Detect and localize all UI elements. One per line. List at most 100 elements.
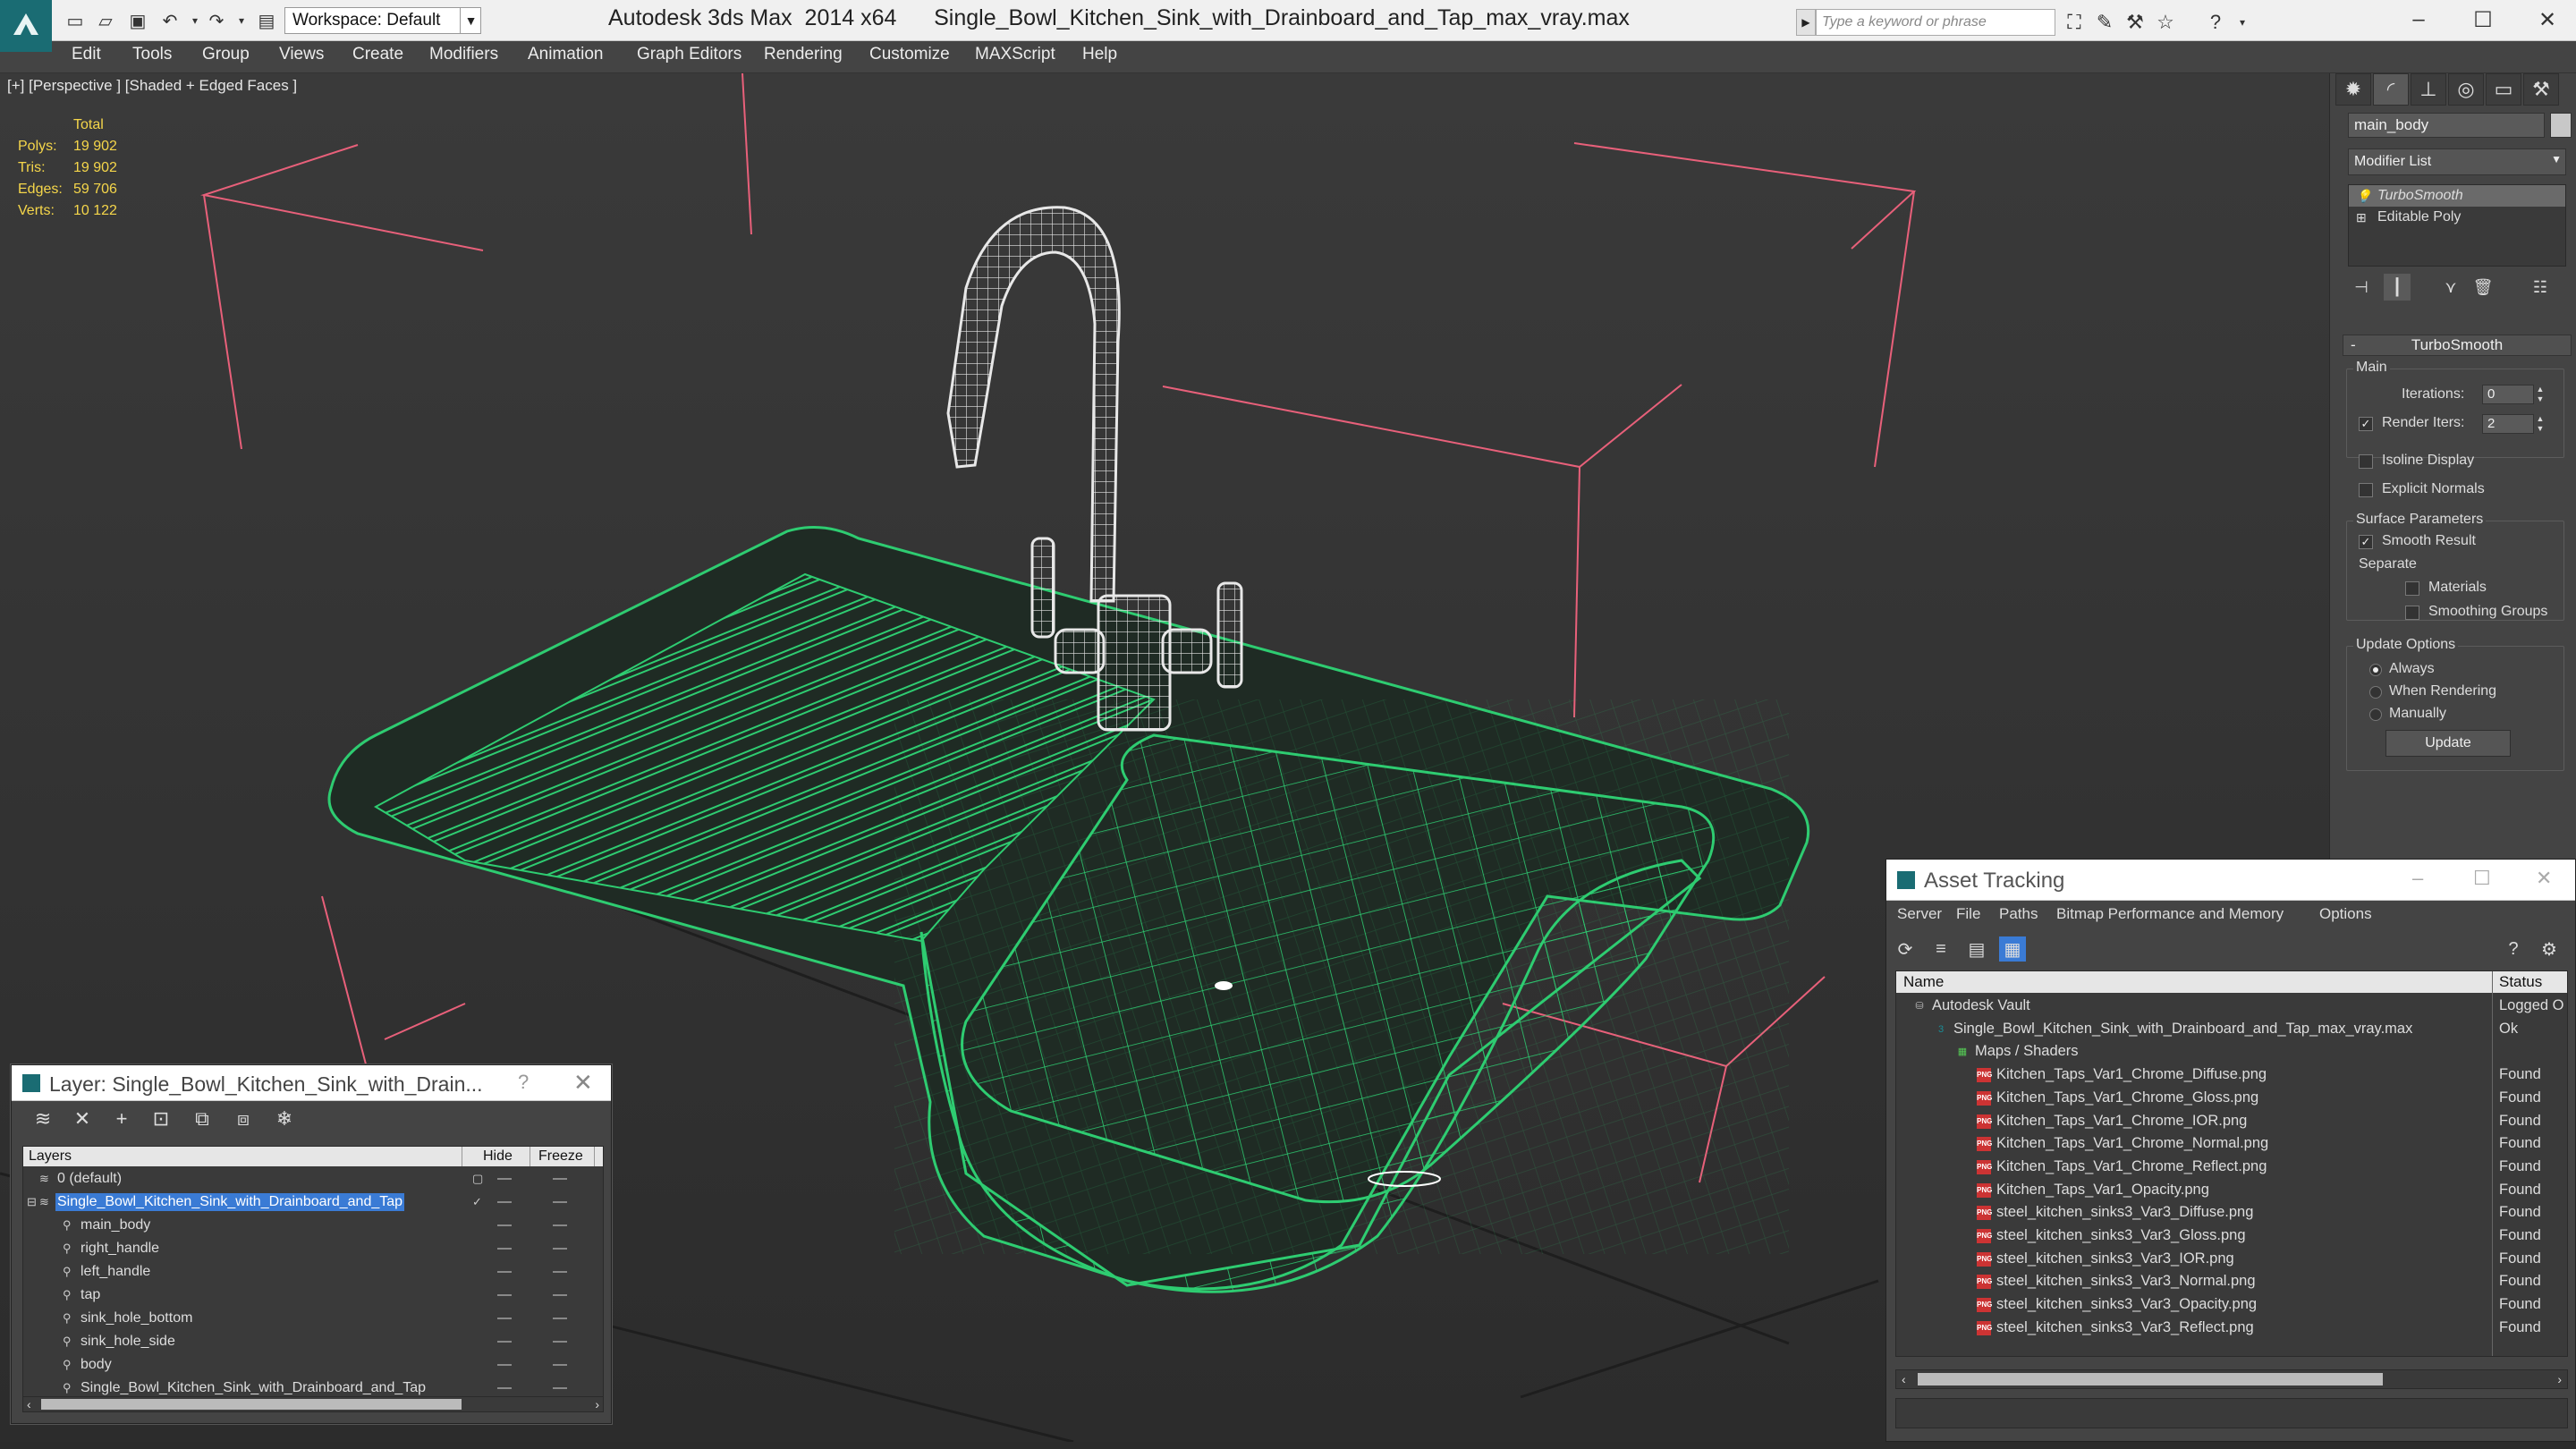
- delete-layer-icon[interactable]: ✕: [69, 1106, 96, 1131]
- layer-name[interactable]: right_handle: [79, 1240, 161, 1258]
- layer-row[interactable]: ⚲ right_handle: [23, 1238, 603, 1259]
- active-layer-check-icon[interactable]: ✓: [472, 1196, 485, 1208]
- expand-plus-icon[interactable]: ⊞: [2356, 207, 2367, 228]
- workspace-select[interactable]: Workspace: Default: [284, 7, 481, 34]
- asset-row[interactable]: PNG Kitchen_Taps_Var1_Chrome_Reflect.png F…: [1896, 1156, 2567, 1179]
- close-icon[interactable]: ✕: [573, 1069, 593, 1097]
- redo-dropdown-icon[interactable]: ▾: [229, 8, 254, 33]
- maximize-icon[interactable]: ☐: [2473, 867, 2491, 890]
- create-tab-icon[interactable]: ✹: [2335, 73, 2371, 106]
- favorites-star-icon[interactable]: ☆: [2152, 9, 2179, 36]
- modifier-list-select[interactable]: Modifier List ▼: [2348, 148, 2566, 175]
- freeze-toggle[interactable]: [553, 1248, 567, 1250]
- manually-radio[interactable]: [2369, 708, 2382, 721]
- menu-group[interactable]: Group: [202, 45, 250, 64]
- scroll-left-icon[interactable]: ‹: [1902, 1372, 1906, 1386]
- render-iters-spinner[interactable]: 2: [2482, 414, 2534, 434]
- freeze-toggle[interactable]: [553, 1318, 567, 1319]
- pin-stack-icon[interactable]: ⊣: [2348, 274, 2375, 301]
- asset-row[interactable]: PNG Kitchen_Taps_Var1_Chrome_Normal.png Fo…: [1896, 1132, 2567, 1156]
- layer-name[interactable]: Single_Bowl_Kitchen_Sink_with_Drainboard…: [55, 1193, 405, 1211]
- freeze-toggle[interactable]: [553, 1341, 567, 1343]
- col-freeze[interactable]: Freeze: [538, 1148, 583, 1165]
- menu-edit[interactable]: Edit: [72, 45, 101, 64]
- freeze-toggle[interactable]: [553, 1271, 567, 1273]
- project-folder-icon[interactable]: ▤: [254, 8, 279, 33]
- search-input[interactable]: Type a keyword or phrase: [1816, 9, 2055, 36]
- smooth-result-checkbox[interactable]: ✓: [2359, 535, 2373, 549]
- menu-create[interactable]: Create: [352, 45, 403, 64]
- asset-row[interactable]: PNG steel_kitchen_sinks3_Var3_Diffuse.png…: [1896, 1201, 2567, 1224]
- asset-menu-options[interactable]: Options: [2319, 905, 2372, 923]
- save-file-icon[interactable]: ▣: [125, 8, 150, 33]
- hierarchy-tab-icon[interactable]: ⊥: [2411, 73, 2446, 106]
- settings-gear-icon[interactable]: ⚙: [2536, 936, 2563, 962]
- layer-row[interactable]: ⚲ sink_hole_bottom: [23, 1308, 603, 1329]
- freeze-toggle[interactable]: [553, 1364, 567, 1366]
- undo-icon[interactable]: ↶: [157, 8, 182, 33]
- thumbnail-view-icon[interactable]: ▤: [1963, 936, 1990, 962]
- col-name[interactable]: Name: [1903, 973, 1944, 991]
- hide-toggle[interactable]: [497, 1294, 512, 1296]
- current-layer-icon[interactable]: ▢: [472, 1173, 485, 1185]
- asset-row[interactable]: PNG Kitchen_Taps_Var1_Chrome_Diffuse.png F…: [1896, 1063, 2567, 1087]
- asset-path-field[interactable]: [1895, 1398, 2568, 1428]
- scrollbar-thumb[interactable]: [41, 1399, 462, 1410]
- stack-item-editable-poly[interactable]: ⊞ Editable Poly: [2349, 207, 2565, 228]
- asset-row[interactable]: PNG Kitchen_Taps_Var1_Chrome_Gloss.png Fou…: [1896, 1087, 2567, 1110]
- layer-row[interactable]: ≋ 0 (default) ▢: [23, 1168, 603, 1190]
- menu-views[interactable]: Views: [279, 45, 324, 64]
- minimize-icon[interactable]: –: [2392, 4, 2445, 36]
- app-logo-button[interactable]: [0, 0, 52, 52]
- asset-menu-paths[interactable]: Paths: [1999, 905, 2038, 923]
- freeze-toggle[interactable]: [553, 1387, 567, 1389]
- hide-toggle[interactable]: [497, 1224, 512, 1226]
- explicit-normals-checkbox[interactable]: [2359, 483, 2373, 497]
- spinner-arrows-icon[interactable]: ▲ ▼: [2534, 385, 2546, 404]
- scroll-left-icon[interactable]: ‹: [27, 1397, 31, 1411]
- spinner-arrows-icon[interactable]: ▲ ▼: [2534, 414, 2546, 434]
- menu-rendering[interactable]: Rendering: [764, 45, 843, 64]
- hide-toggle[interactable]: [497, 1364, 512, 1366]
- lightbulb-icon[interactable]: 💡: [2356, 185, 2371, 207]
- layer-row[interactable]: ⚲ main_body: [23, 1215, 603, 1236]
- freeze-toggle[interactable]: [553, 1178, 567, 1180]
- help-icon[interactable]: ?: [2500, 936, 2527, 962]
- layer-dialog-titlebar[interactable]: Layer: Single_Bowl_Kitchen_Sink_with_Dra…: [12, 1065, 611, 1101]
- layer-name[interactable]: body: [79, 1356, 114, 1374]
- layer-name[interactable]: sink_hole_side: [79, 1333, 177, 1351]
- list-view-icon[interactable]: ≡: [1928, 936, 1954, 962]
- layer-name[interactable]: 0 (default): [55, 1170, 123, 1188]
- asset-row[interactable]: 3 Single_Bowl_Kitchen_Sink_with_Drainboar…: [1896, 1018, 2567, 1041]
- make-unique-icon[interactable]: ⋎: [2437, 274, 2464, 301]
- layer-name[interactable]: sink_hole_bottom: [79, 1309, 194, 1327]
- binoculars-icon[interactable]: ⛶: [2061, 9, 2088, 36]
- asset-row[interactable]: PNG steel_kitchen_sinks3_Var3_Reflect.png…: [1896, 1317, 2567, 1340]
- layer-row[interactable]: ⚲ left_handle: [23, 1261, 603, 1283]
- asset-row[interactable]: PNG Kitchen_Taps_Var1_Opacity.png Found: [1896, 1179, 2567, 1202]
- freeze-toggle[interactable]: [553, 1224, 567, 1226]
- highlight-layer-icon[interactable]: ⧉: [189, 1106, 216, 1131]
- scroll-right-icon[interactable]: ›: [595, 1397, 599, 1411]
- viewport-label[interactable]: [+] [Perspective ] [Shaded + Edged Faces…: [7, 77, 297, 95]
- materials-checkbox[interactable]: [2405, 581, 2419, 596]
- asset-horizontal-scrollbar[interactable]: ‹ ›: [1895, 1369, 2568, 1389]
- asset-row[interactable]: PNG steel_kitchen_sinks3_Var3_Gloss.png Fo…: [1896, 1224, 2567, 1248]
- asset-dialog-titlebar[interactable]: Asset Tracking – ☐ ✕: [1886, 860, 2575, 901]
- minimize-icon[interactable]: –: [2412, 867, 2423, 890]
- layers-stack-icon[interactable]: ≋: [30, 1106, 56, 1131]
- modify-tab-icon[interactable]: ◜: [2373, 73, 2409, 106]
- hide-toggle[interactable]: [497, 1271, 512, 1273]
- object-color-swatch[interactable]: [2550, 113, 2572, 138]
- select-objects-icon[interactable]: ⊡: [148, 1106, 174, 1131]
- col-hide[interactable]: Hide: [483, 1148, 513, 1165]
- hide-toggle[interactable]: [497, 1387, 512, 1389]
- communication-icon[interactable]: ⚒: [2122, 9, 2148, 36]
- hide-toggle[interactable]: [497, 1248, 512, 1250]
- asset-row[interactable]: PNG steel_kitchen_sinks3_Var3_IOR.png Foun…: [1896, 1248, 2567, 1271]
- hide-toggle[interactable]: [497, 1318, 512, 1319]
- help-dropdown-icon[interactable]: ▾: [2229, 9, 2256, 36]
- show-end-result-icon[interactable]: ┃: [2384, 274, 2411, 301]
- update-button[interactable]: Update: [2385, 730, 2511, 757]
- when-rendering-radio[interactable]: [2369, 686, 2382, 699]
